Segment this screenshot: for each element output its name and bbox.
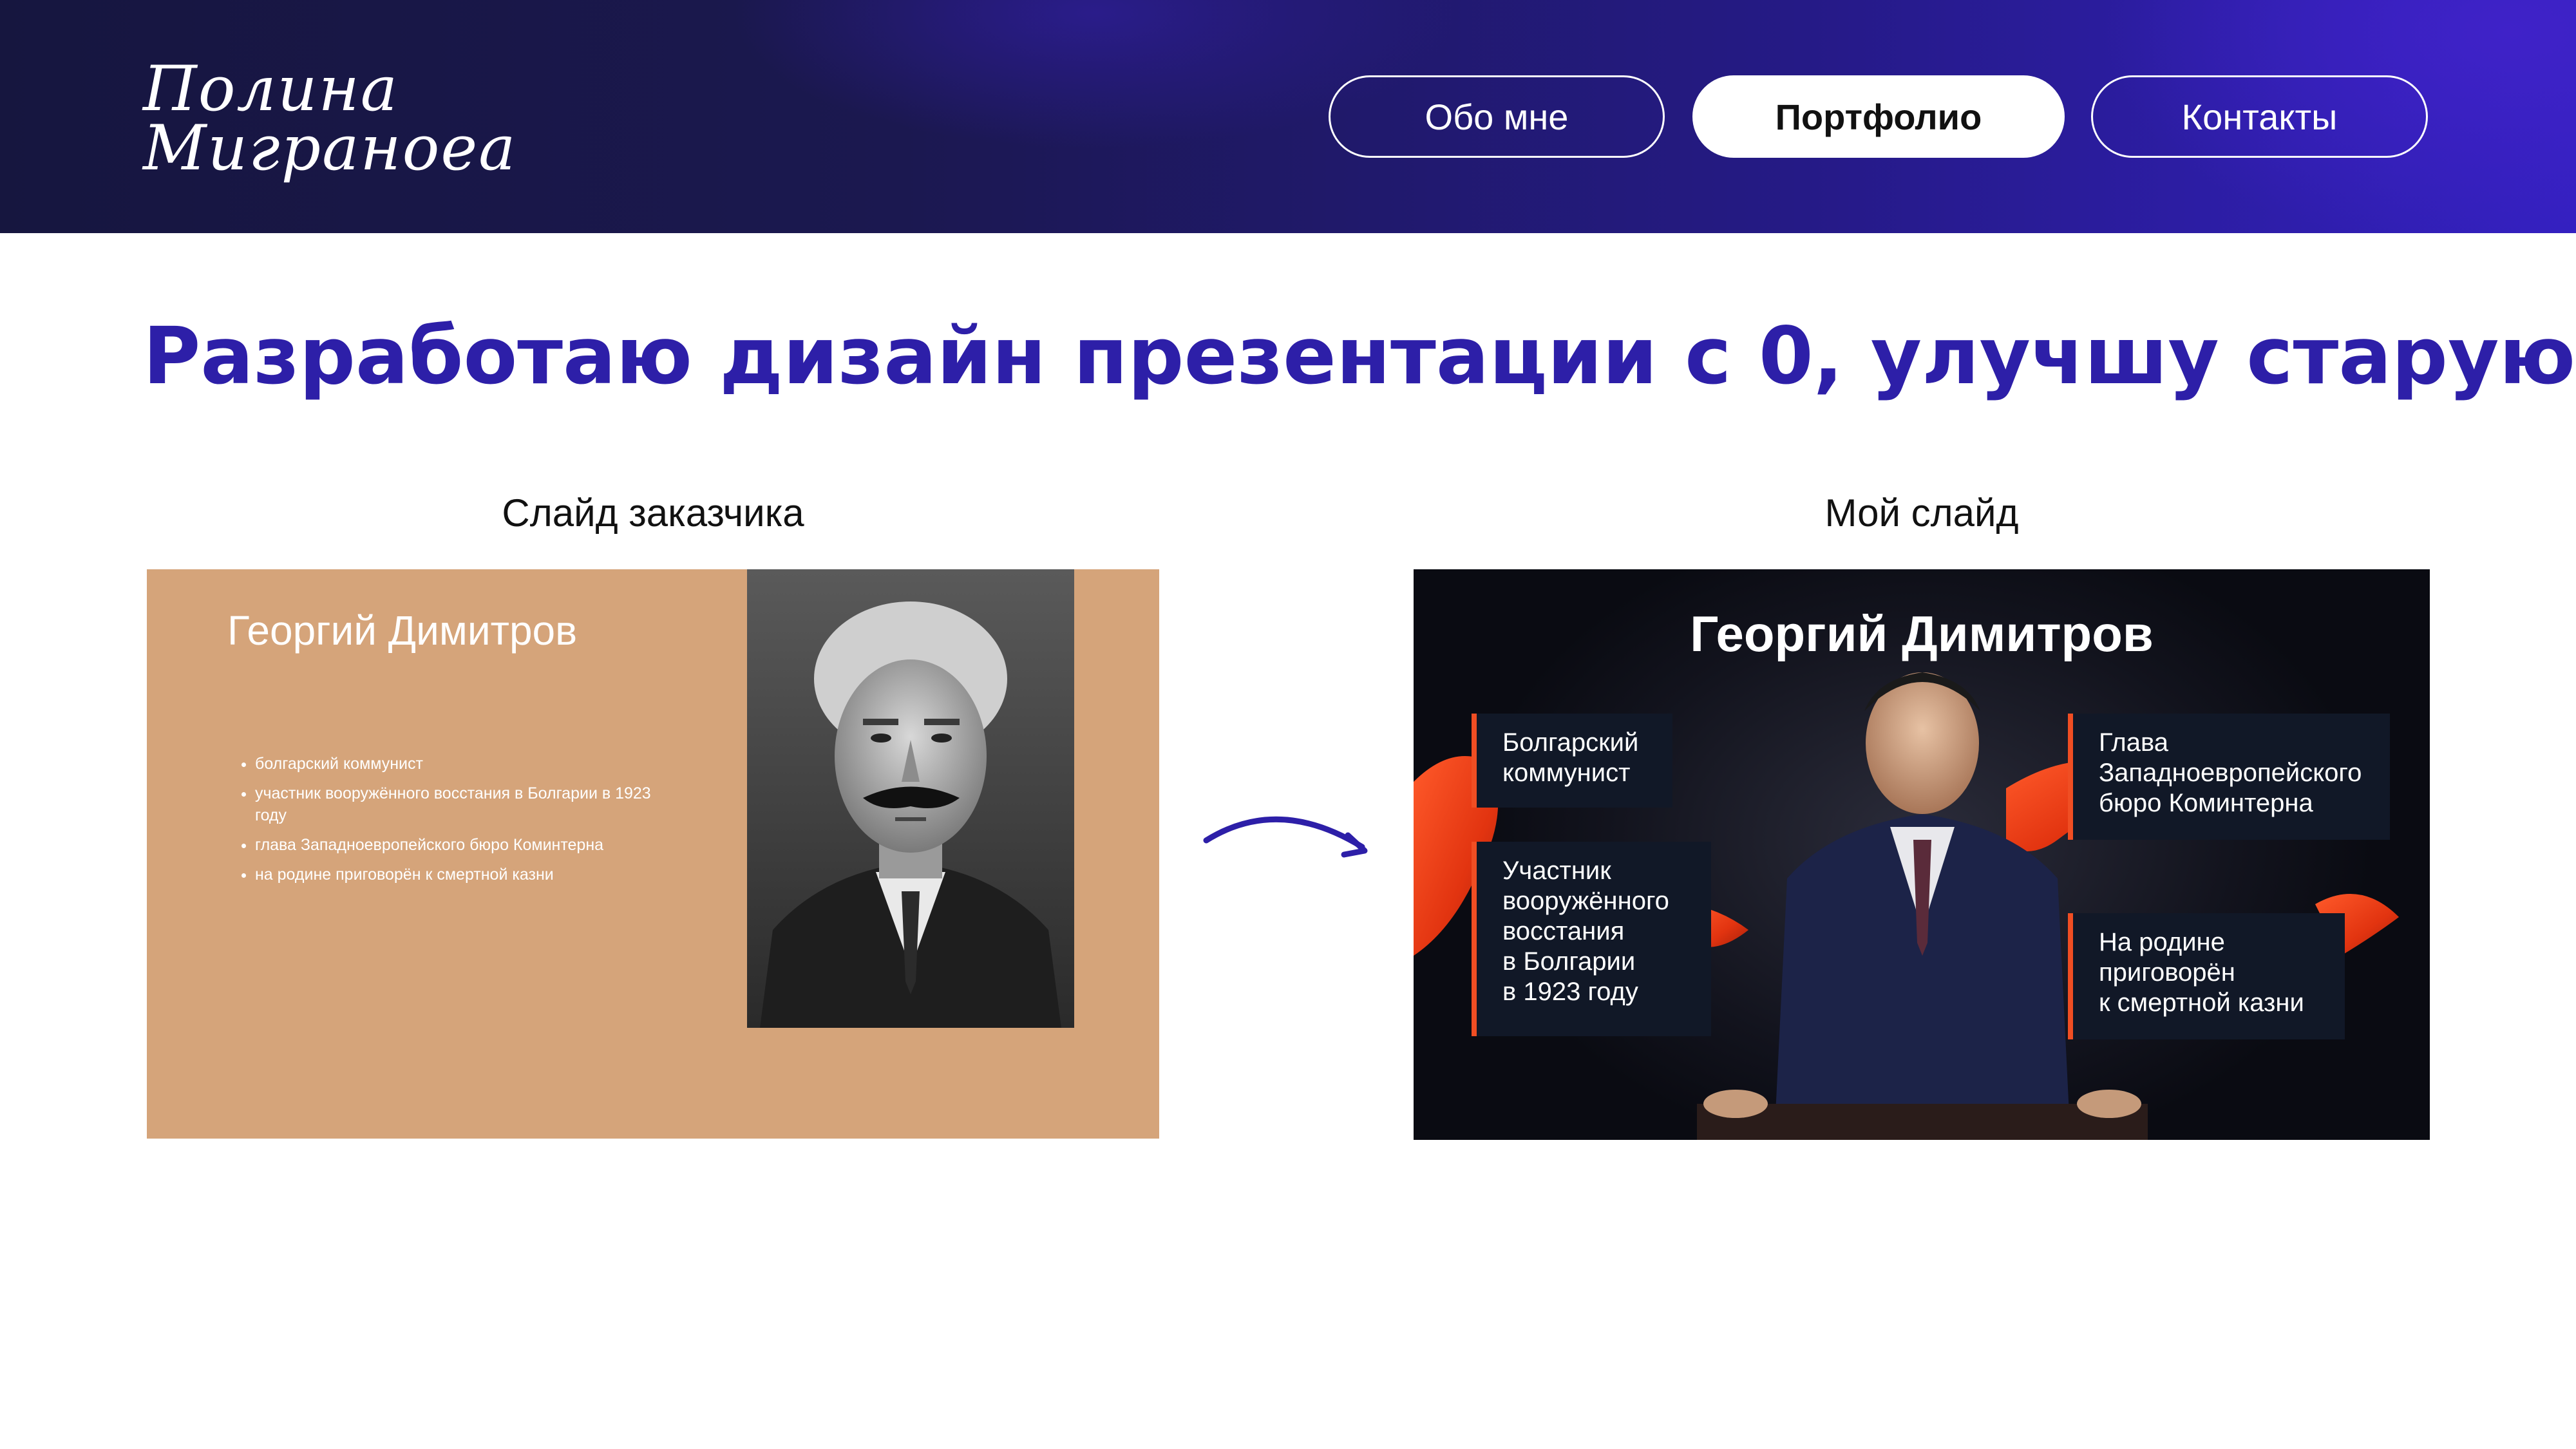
client-slide: Георгий Димитров болгарский коммунист уч… — [147, 569, 1159, 1139]
page-title: Разработаю дизайн презентации с 0, улучш… — [143, 310, 2576, 402]
caption-my-slide: Мой слайд — [1824, 491, 2019, 535]
site-header: Полина Миграноеа Обо мне Портфолио Конта… — [0, 0, 2576, 233]
caption-client-slide: Слайд заказчика — [502, 491, 804, 535]
portrait-bw-illustration — [747, 569, 1074, 1028]
client-slide-bullet: на родине приговорён к смертной казни — [255, 864, 667, 886]
curved-arrow-icon — [1203, 816, 1368, 858]
client-slide-bullet: болгарский коммунист — [255, 753, 667, 775]
client-slide-bullets: болгарский коммунист участник вооружённо… — [223, 753, 667, 893]
my-slide: Георгий Димитров Болгарский коммунист Уч… — [1414, 569, 2430, 1140]
fact-card: Глава Западноевропейского бюро Коминтерн… — [2068, 714, 2390, 840]
nav-contacts-button[interactable]: Контакты — [2091, 75, 2428, 158]
fact-card: На родине приговорён к смертной казни — [2068, 913, 2345, 1039]
portrait-photo-bw — [747, 569, 1074, 1028]
client-slide-bullet: участник вооружённого восстания в Болгар… — [255, 782, 667, 826]
nav-about-button[interactable]: Обо мне — [1329, 75, 1665, 158]
logo-line-2: Миграноеа — [143, 112, 517, 184]
my-slide-title: Георгий Димитров — [1690, 605, 2154, 662]
fact-card: Болгарский коммунист — [1472, 714, 1672, 808]
client-slide-bullet: глава Западноевропейского бюро Коминтерн… — [255, 834, 667, 856]
nav-portfolio-button[interactable]: Портфолио — [1692, 75, 2065, 158]
client-slide-title: Георгий Димитров — [227, 607, 578, 654]
fact-card: Участник вооружённого восстания в Болгар… — [1472, 842, 1711, 1036]
logo[interactable]: Полина Миграноеа — [143, 53, 594, 184]
logo-line-1: Полина — [143, 53, 399, 125]
